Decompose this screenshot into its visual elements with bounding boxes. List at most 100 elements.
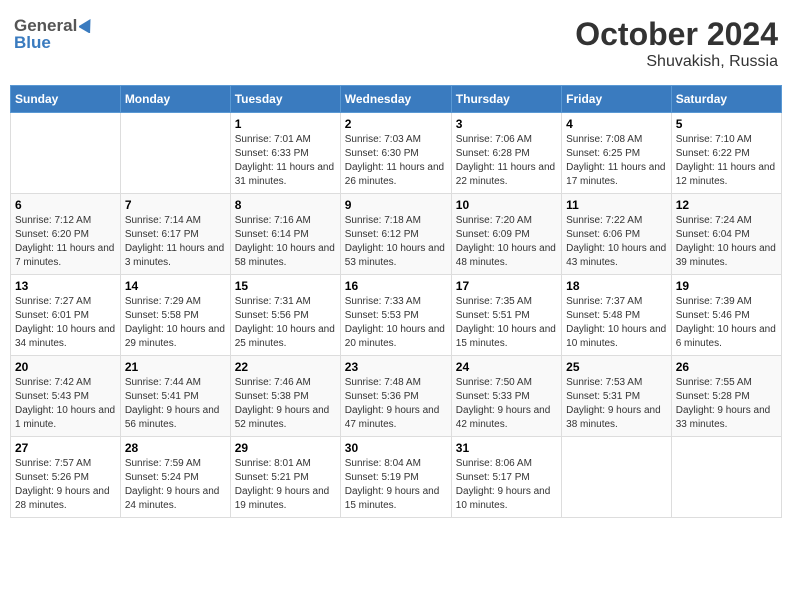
calendar-cell: 8 Sunrise: 7:16 AM Sunset: 6:14 PM Daylig… <box>230 194 340 275</box>
day-detail: Sunrise: 7:14 AM Sunset: 6:17 PM Dayligh… <box>125 214 226 270</box>
day-number: 11 <box>566 198 667 212</box>
weekday-header-friday: Friday <box>562 86 672 113</box>
calendar-cell: 25Sunrise: 7:53 AM Sunset: 5:31 PM Dayli… <box>562 356 672 437</box>
day-number: 16 <box>345 279 447 293</box>
day-number: 12 <box>676 198 777 212</box>
calendar-cell <box>671 437 781 518</box>
calendar-header-row: SundayMondayTuesdayWednesdayThursdayFrid… <box>11 86 782 113</box>
calendar-cell <box>11 113 121 194</box>
calendar-cell: 12 Sunrise: 7:24 AM Sunset: 6:04 PM Dayli… <box>671 194 781 275</box>
calendar-cell: 19 Sunrise: 7:39 AM Sunset: 5:46 PM Dayli… <box>671 275 781 356</box>
day-number: 3 <box>456 117 557 131</box>
logo-blue: Blue <box>14 33 51 52</box>
weekday-header-tuesday: Tuesday <box>230 86 340 113</box>
calendar-cell: 30 Sunrise: 8:04 AM Sunset: 5:19 PM Dayli… <box>340 437 451 518</box>
day-number: 17 <box>456 279 557 293</box>
day-number: 29 <box>235 441 336 455</box>
day-detail: Sunrise: 7:48 AM Sunset: 5:36 PM Dayligh… <box>345 376 447 432</box>
weekday-header-wednesday: Wednesday <box>340 86 451 113</box>
day-number: 9 <box>345 198 447 212</box>
calendar-cell: 15 Sunrise: 7:31 AM Sunset: 5:56 PM Dayli… <box>230 275 340 356</box>
calendar-cell: 4 Sunrise: 7:08 AM Sunset: 6:25 PM Daylig… <box>562 113 672 194</box>
logo-general: General <box>14 17 77 34</box>
day-detail: Sunrise: 7:20 AM Sunset: 6:09 PM Dayligh… <box>456 214 557 270</box>
day-detail: Sunrise: 7:59 AM Sunset: 5:24 PM Dayligh… <box>125 457 226 513</box>
day-detail: Sunrise: 7:18 AM Sunset: 6:12 PM Dayligh… <box>345 214 447 270</box>
day-detail: Sunrise: 7:10 AM Sunset: 6:22 PM Dayligh… <box>676 133 777 189</box>
day-detail: Sunrise: 7:29 AM Sunset: 5:58 PM Dayligh… <box>125 295 226 351</box>
day-detail: Sunrise: 7:44 AM Sunset: 5:41 PM Dayligh… <box>125 376 226 432</box>
day-number: 10 <box>456 198 557 212</box>
day-detail: Sunrise: 8:01 AM Sunset: 5:21 PM Dayligh… <box>235 457 336 513</box>
day-number: 6 <box>15 198 116 212</box>
day-number: 8 <box>235 198 336 212</box>
logo-triangle-icon <box>79 16 95 34</box>
day-detail: Sunrise: 7:42 AM Sunset: 5:43 PM Dayligh… <box>15 376 116 432</box>
day-number: 21 <box>125 360 226 374</box>
weekday-header-thursday: Thursday <box>451 86 561 113</box>
day-detail: Sunrise: 7:33 AM Sunset: 5:53 PM Dayligh… <box>345 295 447 351</box>
calendar-cell: 16 Sunrise: 7:33 AM Sunset: 5:53 PM Dayli… <box>340 275 451 356</box>
day-detail: Sunrise: 8:06 AM Sunset: 5:17 PM Dayligh… <box>456 457 557 513</box>
weekday-header-saturday: Saturday <box>671 86 781 113</box>
calendar-cell: 21 Sunrise: 7:44 AM Sunset: 5:41 PM Dayli… <box>120 356 230 437</box>
day-number: 4 <box>566 117 667 131</box>
calendar-week-row: 27Sunrise: 7:57 AM Sunset: 5:26 PM Dayli… <box>11 437 782 518</box>
calendar-cell: 26 Sunrise: 7:55 AM Sunset: 5:28 PM Dayli… <box>671 356 781 437</box>
calendar-week-row: 13Sunrise: 7:27 AM Sunset: 6:01 PM Dayli… <box>11 275 782 356</box>
calendar-cell: 10 Sunrise: 7:20 AM Sunset: 6:09 PM Dayli… <box>451 194 561 275</box>
day-number: 18 <box>566 279 667 293</box>
day-detail: Sunrise: 7:01 AM Sunset: 6:33 PM Dayligh… <box>235 133 336 189</box>
day-number: 15 <box>235 279 336 293</box>
calendar-week-row: 6 Sunrise: 7:12 AM Sunset: 6:20 PM Daylig… <box>11 194 782 275</box>
day-number: 5 <box>676 117 777 131</box>
day-number: 22 <box>235 360 336 374</box>
day-number: 19 <box>676 279 777 293</box>
day-number: 20 <box>15 360 116 374</box>
calendar-cell: 6 Sunrise: 7:12 AM Sunset: 6:20 PM Daylig… <box>11 194 121 275</box>
calendar-cell: 27Sunrise: 7:57 AM Sunset: 5:26 PM Dayli… <box>11 437 121 518</box>
day-number: 28 <box>125 441 226 455</box>
calendar-week-row: 20 Sunrise: 7:42 AM Sunset: 5:43 PM Dayli… <box>11 356 782 437</box>
day-detail: Sunrise: 7:55 AM Sunset: 5:28 PM Dayligh… <box>676 376 777 432</box>
day-detail: Sunrise: 7:06 AM Sunset: 6:28 PM Dayligh… <box>456 133 557 189</box>
calendar-cell: 13Sunrise: 7:27 AM Sunset: 6:01 PM Dayli… <box>11 275 121 356</box>
day-detail: Sunrise: 7:46 AM Sunset: 5:38 PM Dayligh… <box>235 376 336 432</box>
calendar-cell: 31Sunrise: 8:06 AM Sunset: 5:17 PM Dayli… <box>451 437 561 518</box>
calendar-cell: 2Sunrise: 7:03 AM Sunset: 6:30 PM Daylig… <box>340 113 451 194</box>
day-detail: Sunrise: 7:50 AM Sunset: 5:33 PM Dayligh… <box>456 376 557 432</box>
day-number: 30 <box>345 441 447 455</box>
calendar-cell: 29 Sunrise: 8:01 AM Sunset: 5:21 PM Dayli… <box>230 437 340 518</box>
day-detail: Sunrise: 7:08 AM Sunset: 6:25 PM Dayligh… <box>566 133 667 189</box>
calendar-cell <box>120 113 230 194</box>
page-header: General Blue October 2024 Shuvakish, Rus… <box>10 10 782 77</box>
calendar-table: SundayMondayTuesdayWednesdayThursdayFrid… <box>10 85 782 518</box>
day-detail: Sunrise: 8:04 AM Sunset: 5:19 PM Dayligh… <box>345 457 447 513</box>
calendar-title: October 2024 <box>575 16 778 53</box>
day-detail: Sunrise: 7:22 AM Sunset: 6:06 PM Dayligh… <box>566 214 667 270</box>
day-number: 26 <box>676 360 777 374</box>
day-detail: Sunrise: 7:12 AM Sunset: 6:20 PM Dayligh… <box>15 214 116 270</box>
day-number: 13 <box>15 279 116 293</box>
day-detail: Sunrise: 7:31 AM Sunset: 5:56 PM Dayligh… <box>235 295 336 351</box>
calendar-cell: 20 Sunrise: 7:42 AM Sunset: 5:43 PM Dayli… <box>11 356 121 437</box>
calendar-cell: 14 Sunrise: 7:29 AM Sunset: 5:58 PM Dayli… <box>120 275 230 356</box>
day-number: 2 <box>345 117 447 131</box>
calendar-cell: 23Sunrise: 7:48 AM Sunset: 5:36 PM Dayli… <box>340 356 451 437</box>
weekday-header-sunday: Sunday <box>11 86 121 113</box>
weekday-header-monday: Monday <box>120 86 230 113</box>
day-number: 1 <box>235 117 336 131</box>
calendar-cell: 3 Sunrise: 7:06 AM Sunset: 6:28 PM Daylig… <box>451 113 561 194</box>
day-number: 25 <box>566 360 667 374</box>
calendar-cell: 18Sunrise: 7:37 AM Sunset: 5:48 PM Dayli… <box>562 275 672 356</box>
day-number: 27 <box>15 441 116 455</box>
day-number: 14 <box>125 279 226 293</box>
calendar-cell <box>562 437 672 518</box>
day-detail: Sunrise: 7:24 AM Sunset: 6:04 PM Dayligh… <box>676 214 777 270</box>
day-detail: Sunrise: 7:16 AM Sunset: 6:14 PM Dayligh… <box>235 214 336 270</box>
day-detail: Sunrise: 7:35 AM Sunset: 5:51 PM Dayligh… <box>456 295 557 351</box>
calendar-cell: 9 Sunrise: 7:18 AM Sunset: 6:12 PM Daylig… <box>340 194 451 275</box>
day-detail: Sunrise: 7:39 AM Sunset: 5:46 PM Dayligh… <box>676 295 777 351</box>
calendar-location: Shuvakish, Russia <box>575 53 778 71</box>
calendar-cell: 24Sunrise: 7:50 AM Sunset: 5:33 PM Dayli… <box>451 356 561 437</box>
